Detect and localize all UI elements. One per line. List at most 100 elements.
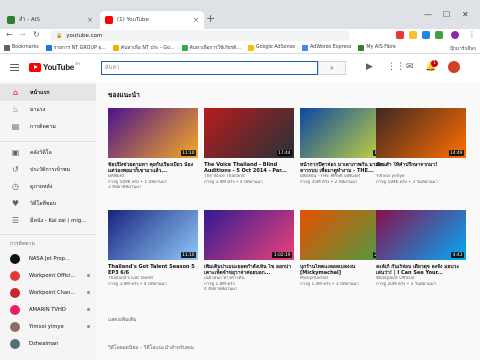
extension-icon[interactable] <box>435 31 443 39</box>
browser-tab-strip: ลำ - AIS × (1) YouTube × + — ☐ ✕ <box>0 0 480 29</box>
bookmark-icon <box>181 44 188 51</box>
subscription-item[interactable]: Yimvoi yimye <box>0 318 96 335</box>
sidebar-item-label: หน้าแรก <box>30 89 50 96</box>
maximize-icon[interactable]: ☐ <box>443 10 450 19</box>
video-duration: 14:49 <box>448 150 464 156</box>
video-title[interactable]: ละล์เก้ กันเร็จ่อบ เดี่ยวดุจ ลงจัง มอบวะ… <box>376 264 466 276</box>
sidebar-item-label: คลังวิดีโอ <box>30 149 52 156</box>
profile-icon[interactable] <box>451 31 459 39</box>
lock-icon: 🔒 <box>56 32 63 39</box>
show-more-link[interactable]: แสดงเพิ่มเติม <box>108 316 137 324</box>
browser-tab-ais[interactable]: ลำ - AIS × <box>2 11 98 29</box>
browser-tab-youtube[interactable]: (1) YouTube × <box>100 11 204 29</box>
subscriptions-heading: การติดตาม <box>10 242 35 247</box>
search-input[interactable]: ค้นหา <box>101 61 318 75</box>
channel-avatar <box>10 287 20 298</box>
video-title[interactable]: ช็อปปิ้งช่วยตามหา คุยกับเรื่องเบี้ยว น้อ… <box>108 162 198 174</box>
new-content-dot <box>87 274 90 277</box>
search-button[interactable]: ⌕ <box>318 61 346 75</box>
subscriptions-icon: ▤ <box>11 122 20 131</box>
bookmark-item[interactable]: Google AdSense <box>247 44 295 51</box>
library-icon: ▣ <box>11 148 20 157</box>
extension-icon[interactable] <box>422 31 430 39</box>
video-card[interactable]: 14:49 ม้อนสำ ให้คำปรึกษาจากมา! Yimvoi yi… <box>376 108 466 185</box>
video-title[interactable]: Thailand's Got Talent Season 5 EP3 6/6 <box>108 264 198 276</box>
video-thumbnail[interactable]: 11:10 <box>108 210 198 260</box>
extension-icon[interactable] <box>396 31 404 39</box>
account-avatar[interactable] <box>448 61 460 73</box>
video-title[interactable]: ม้อนสำ ให้คำปรึกษาจากมา! <box>376 162 466 174</box>
sidebar-item-playlist[interactable]: ☰ มีหนัง - Kai zai ( mig... <box>0 212 96 229</box>
video-title[interactable]: The Voice Thailand - Blind Auditions - 5… <box>204 162 294 174</box>
address-url: youtube.com <box>66 32 103 39</box>
sidebar-item-library[interactable]: ▣ คลังวิดีโอ <box>0 144 96 161</box>
video-duration: 1:02:19 <box>272 252 292 258</box>
bookmark-item[interactable]: Bookmarks <box>4 44 39 51</box>
sidebar-item-liked-videos[interactable]: ♥ วิดีโอที่ชอบ <box>0 195 96 212</box>
playlist-icon: ☰ <box>11 216 20 225</box>
create-video-icon[interactable]: ▶ <box>366 62 373 72</box>
video-duration: 4:43 <box>451 252 464 258</box>
extension-icon[interactable] <box>409 31 417 39</box>
video-extra: 4 สัปดาห์ที่ผ่านมา <box>204 287 238 293</box>
apps-icon[interactable]: ⋮⋮ <box>387 62 405 72</box>
subscription-name: Yimvoi yimye <box>29 323 64 330</box>
video-card[interactable]: 11:10 Thailand's Got Talent Season 5 EP3… <box>108 210 198 287</box>
back-icon[interactable]: ← <box>6 30 13 39</box>
sidebar-item-label: วิดีโอที่ชอบ <box>30 200 57 207</box>
sidebar-item-home[interactable]: ⌂ หน้าแรก <box>0 84 96 101</box>
ais-favicon-icon <box>7 16 15 24</box>
video-thumbnail[interactable]: 14:49 <box>376 108 466 158</box>
bookmark-item[interactable]: รายการ NT GROUP ยุ... <box>45 44 106 52</box>
sidebar-item-watch-later[interactable]: ◷ ดูภายหลัง <box>0 178 96 195</box>
bookmark-item[interactable]: ค้นหาเพื่อ NT ประ - Go... <box>112 44 175 52</box>
new-content-dot <box>87 325 90 328</box>
subscription-item[interactable]: Workpoint Chan... <box>0 284 96 301</box>
bookmark-item[interactable]: AdWords Express <box>302 44 351 51</box>
bookmark-icon <box>358 44 365 51</box>
video-thumbnail[interactable]: 17:44 <box>204 108 294 158</box>
youtube-logo[interactable]: YouTube TH <box>29 62 80 72</box>
bookmark-item[interactable]: ค้นหาเพื่อการใช้เกียรติ... <box>181 44 241 52</box>
new-tab-button[interactable]: + <box>206 12 215 25</box>
guide-menu-icon[interactable] <box>10 64 19 71</box>
bookmark-label: รายการ NT GROUP ยุ... <box>53 45 106 51</box>
sidebar-divider <box>0 234 96 235</box>
sidebar-item-subscriptions[interactable]: ▤ การติดตาม <box>0 118 96 135</box>
close-window-icon[interactable]: ✕ <box>462 10 469 19</box>
bookmark-item[interactable]: My AIS Fibre <box>358 44 396 51</box>
video-card[interactable]: 17:44 The Voice Thailand - Blind Auditio… <box>204 108 294 185</box>
sidebar-item-label: การติดตาม <box>30 123 56 130</box>
video-thumbnail[interactable]: 1:02:19 <box>204 210 294 260</box>
sidebar-item-trending[interactable]: ♨ มาแรง <box>0 101 96 118</box>
subscription-item[interactable]: NASA Jet Prop... <box>0 250 96 267</box>
browser-menu-icon[interactable]: ⋮ <box>468 30 476 39</box>
video-thumbnail[interactable]: 4:43 <box>376 210 466 260</box>
video-thumbnail[interactable]: 11:10 <box>108 108 198 158</box>
sidebar-item-history[interactable]: ↺ ประวัติการเข้าชม <box>0 161 96 178</box>
notification-count-badge: 1 <box>431 60 438 67</box>
address-bar[interactable]: 🔒 youtube.com <box>50 30 350 41</box>
bookmark-icon <box>45 44 52 51</box>
video-stats: การดู 3.9M ครั้ง • 4 ปีที่ผ่านมา <box>108 281 167 287</box>
subscription-item[interactable]: Workpoint Offici... <box>0 267 96 284</box>
channel-avatar <box>10 321 20 332</box>
video-title[interactable]: เพิ่มเติมปาเมนะยอดกำลังเห็น ไข ออกบ่าเคา… <box>204 264 294 276</box>
video-card[interactable]: 4:43 ละล์เก้ กันเร็จ่อบ เดี่ยวดุจ ลงจัง … <box>376 210 466 287</box>
forward-icon[interactable]: → <box>19 30 26 39</box>
bookmark-icon <box>247 44 254 51</box>
close-tab-icon[interactable]: × <box>87 16 93 24</box>
messages-icon[interactable]: ✉ <box>406 62 414 72</box>
channel-avatar <box>10 253 20 264</box>
other-bookmarks[interactable]: บุ๊กมาร์กอื่นๆ <box>450 45 476 53</box>
channel-avatar <box>10 304 20 315</box>
minimize-icon[interactable]: — <box>424 10 432 19</box>
video-card[interactable]: 11:10 ช็อปปิ้งช่วยตามหา คุยกับเรื่องเบี้… <box>108 108 198 191</box>
close-tab-icon[interactable]: × <box>193 16 199 24</box>
subscription-name: NASA Jet Prop... <box>29 255 70 262</box>
subscription-item[interactable]: AMARIN TVHD <box>0 301 96 318</box>
reload-icon[interactable]: ↻ <box>33 30 40 39</box>
video-card[interactable]: 1:02:19 เพิ่มเติมปาเมนะยอดกำลังเห็น ไข อ… <box>204 210 294 293</box>
tab-title: ลำ - AIS <box>19 17 40 23</box>
subscription-item[interactable]: Dzhealman <box>0 335 96 352</box>
